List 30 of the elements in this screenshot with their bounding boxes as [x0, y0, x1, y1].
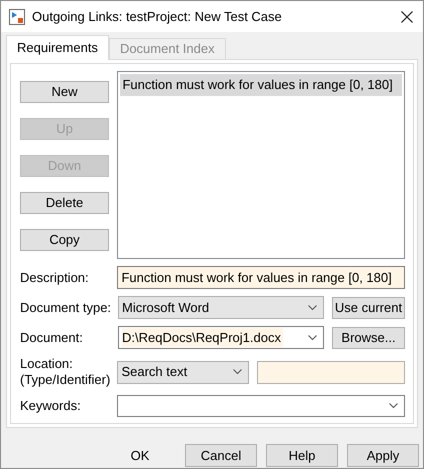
field-label: Document:: [20, 328, 84, 347]
button[interactable]: Browse...: [332, 326, 405, 348]
tab[interactable]: Requirements: [6, 35, 109, 60]
field-label: Document type:: [20, 298, 112, 317]
caret-icon: [308, 304, 317, 310]
caret-icon: [232, 369, 242, 375]
dropdown[interactable]: Microsoft Word: [118, 296, 324, 319]
button[interactable]: Copy: [20, 229, 109, 251]
button[interactable]: Apply: [347, 444, 419, 467]
dropdown[interactable]: Search text: [117, 360, 249, 384]
button[interactable]: New: [20, 81, 109, 103]
input-field[interactable]: Function must work for values in range [0, 180]: [117, 266, 405, 289]
combo-field[interactable]: [117, 395, 405, 417]
app-icon: [9, 8, 25, 24]
field-label: (Type/Identifier): [20, 372, 112, 388]
input-field[interactable]: [256, 360, 406, 384]
close-icon[interactable]: [401, 10, 413, 22]
list-item[interactable]: Function must work for values in range [0, 180]: [120, 74, 402, 96]
window-title: Outgoing Links: testProject: New Test Case: [32, 8, 283, 26]
button[interactable]: Help: [266, 444, 338, 467]
button[interactable]: OK: [104, 444, 176, 467]
field-label: Keywords:: [20, 397, 82, 416]
caret-icon: [308, 334, 317, 340]
button[interactable]: Delete: [20, 192, 109, 214]
caret-icon: [389, 403, 398, 409]
button[interactable]: Use current: [332, 296, 405, 318]
button[interactable]: Cancel: [185, 444, 257, 467]
combo-field[interactable]: D:\ReqDocs\ReqProj1.docx: [118, 326, 324, 349]
field-label: Description:: [20, 268, 90, 287]
field-label: Location:: [20, 356, 74, 372]
